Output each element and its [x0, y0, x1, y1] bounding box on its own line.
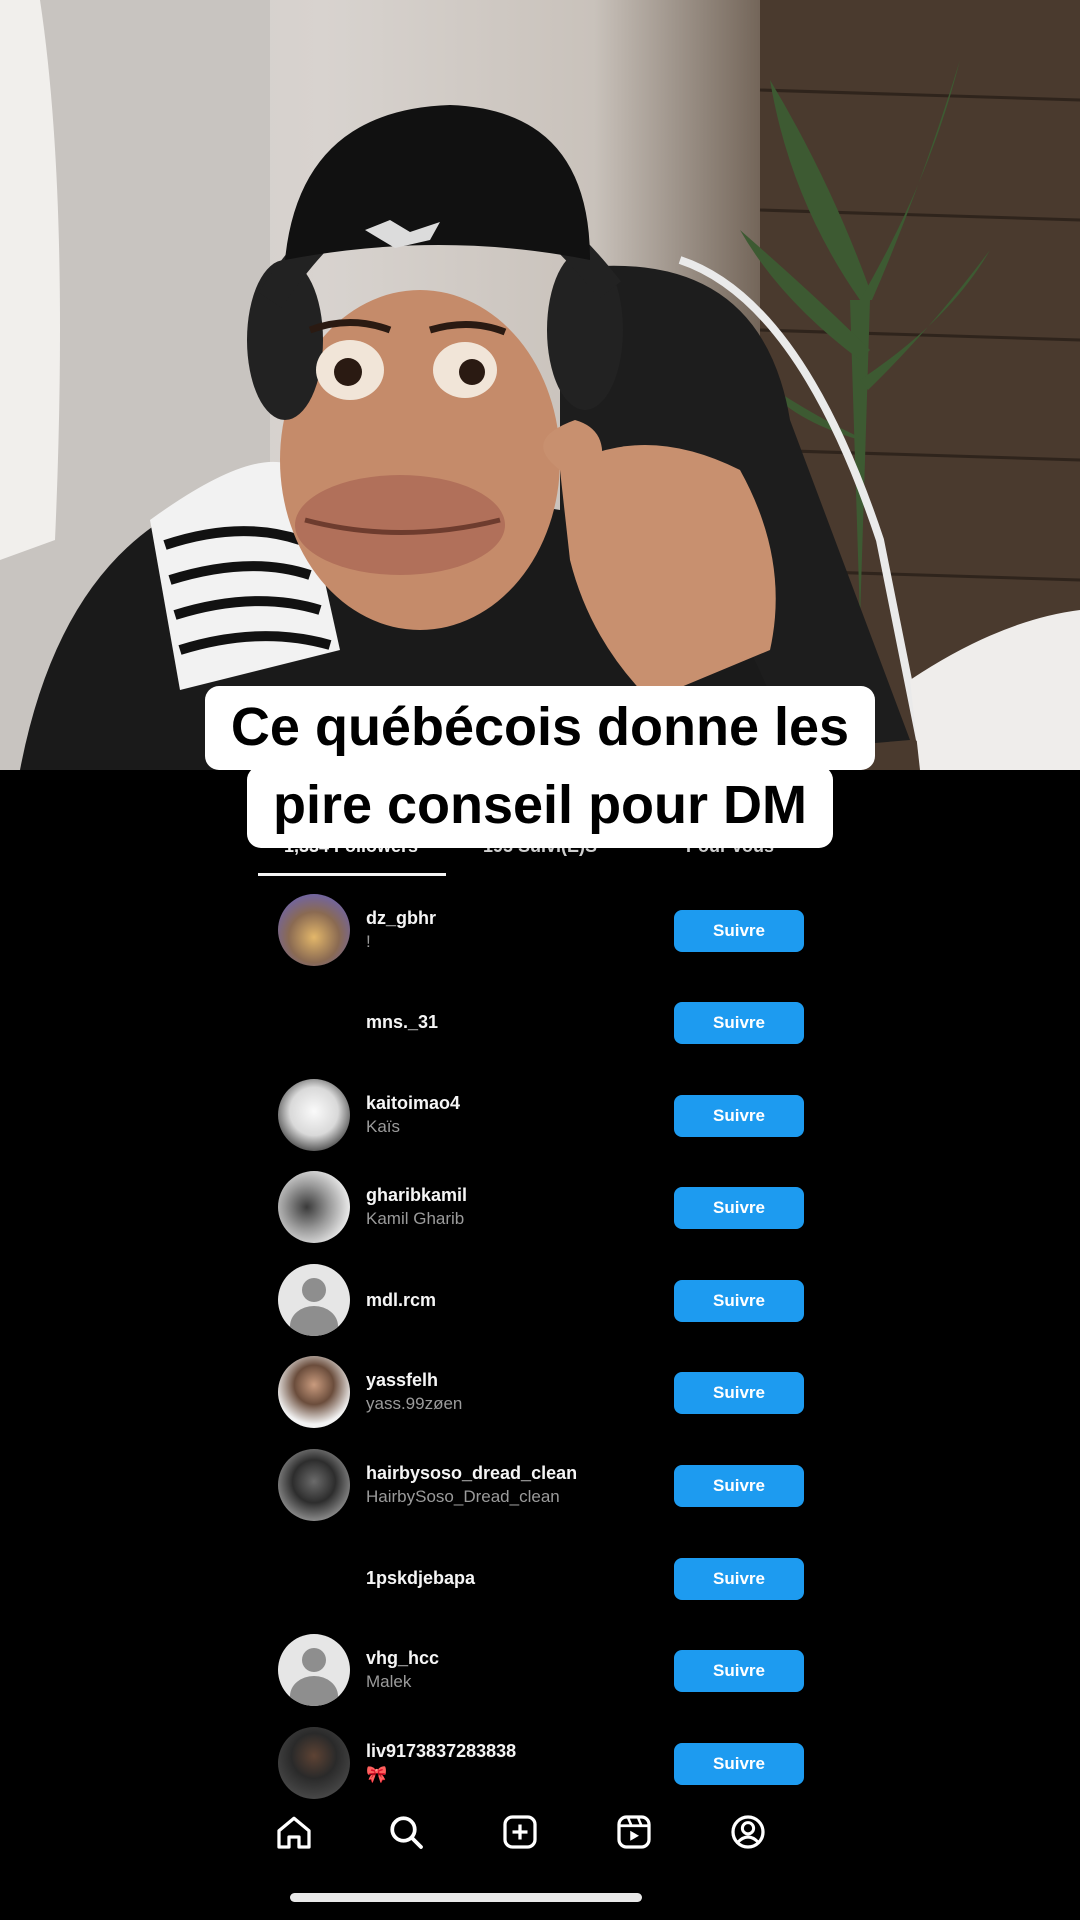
list-item[interactable]: liv9173837283838 🎀 Suivre: [0, 1727, 1080, 1807]
full-name: Kamil Gharib: [366, 1209, 465, 1228]
follow-button[interactable]: Suivre: [674, 1743, 804, 1785]
follow-button[interactable]: Suivre: [674, 1465, 804, 1507]
avatar[interactable]: [278, 986, 350, 1058]
list-item[interactable]: gharibkamil Kamil Gharib Suivre: [0, 1171, 1080, 1251]
avatar[interactable]: [278, 1449, 350, 1521]
reels-icon[interactable]: [614, 1812, 654, 1852]
home-indicator: [290, 1893, 642, 1902]
avatar[interactable]: [278, 1356, 350, 1428]
bottom-nav: [258, 1812, 828, 1862]
avatar[interactable]: [278, 1171, 350, 1243]
follow-button[interactable]: Suivre: [674, 1558, 804, 1600]
follow-button[interactable]: Suivre: [674, 1280, 804, 1322]
full-name: yass.99zøen: [366, 1394, 463, 1413]
avatar[interactable]: [278, 1542, 350, 1614]
list-item[interactable]: yassfelh yass.99zøen Suivre: [0, 1356, 1080, 1436]
list-item[interactable]: hairbysoso_dread_clean HairbySoso_Dread_…: [0, 1449, 1080, 1529]
avatar[interactable]: [278, 894, 350, 966]
username[interactable]: mns._31: [366, 1012, 438, 1033]
avatar[interactable]: [278, 1727, 350, 1799]
username[interactable]: kaitoimao4: [366, 1093, 460, 1114]
avatar[interactable]: [278, 1634, 350, 1706]
full-name: 🎀: [366, 1765, 388, 1784]
list-item[interactable]: vhg_hcc Malek Suivre: [0, 1634, 1080, 1714]
full-name: HairbySoso_Dread_clean: [366, 1487, 560, 1506]
username[interactable]: 1pskdjebapa: [366, 1568, 475, 1589]
follow-button[interactable]: Suivre: [674, 1650, 804, 1692]
full-name: !: [366, 932, 371, 951]
search-icon[interactable]: [386, 1812, 426, 1852]
avatar[interactable]: [278, 1079, 350, 1151]
follow-button[interactable]: Suivre: [674, 1187, 804, 1229]
follow-button[interactable]: Suivre: [674, 1002, 804, 1044]
avatar[interactable]: [278, 1264, 350, 1336]
username[interactable]: yassfelh: [366, 1370, 438, 1391]
username[interactable]: liv9173837283838: [366, 1741, 516, 1762]
home-icon[interactable]: [274, 1812, 314, 1852]
username[interactable]: mdl.rcm: [366, 1290, 436, 1311]
username[interactable]: gharibkamil: [366, 1185, 467, 1206]
list-item[interactable]: kaitoimao4 Kaïs Suivre: [0, 1079, 1080, 1159]
follow-button[interactable]: Suivre: [674, 1372, 804, 1414]
username[interactable]: vhg_hcc: [366, 1648, 439, 1669]
follow-button[interactable]: Suivre: [674, 1095, 804, 1137]
username[interactable]: hairbysoso_dread_clean: [366, 1463, 577, 1484]
create-icon[interactable]: [500, 1812, 540, 1852]
username[interactable]: dz_gbhr: [366, 908, 436, 929]
list-item[interactable]: dz_gbhr ! Suivre: [0, 894, 1080, 974]
caption-line-1: Ce québécois donne les: [204, 686, 876, 770]
full-name: Kaïs: [366, 1117, 401, 1136]
follow-button[interactable]: Suivre: [674, 910, 804, 952]
full-name: Malek: [366, 1672, 412, 1691]
caption-line-2: pire conseil pour DM: [246, 766, 834, 848]
active-tab-indicator: [258, 873, 446, 876]
list-item[interactable]: 1pskdjebapa Suivre: [0, 1542, 1080, 1622]
profile-icon[interactable]: [728, 1812, 768, 1852]
list-item[interactable]: mdl.rcm Suivre: [0, 1264, 1080, 1344]
streamer-video: [0, 0, 1080, 770]
list-item[interactable]: mns._31 Suivre: [0, 986, 1080, 1066]
video-caption: Ce québécois donne les pire conseil pour…: [0, 686, 1080, 848]
video-frame-illustration: [0, 0, 1080, 770]
